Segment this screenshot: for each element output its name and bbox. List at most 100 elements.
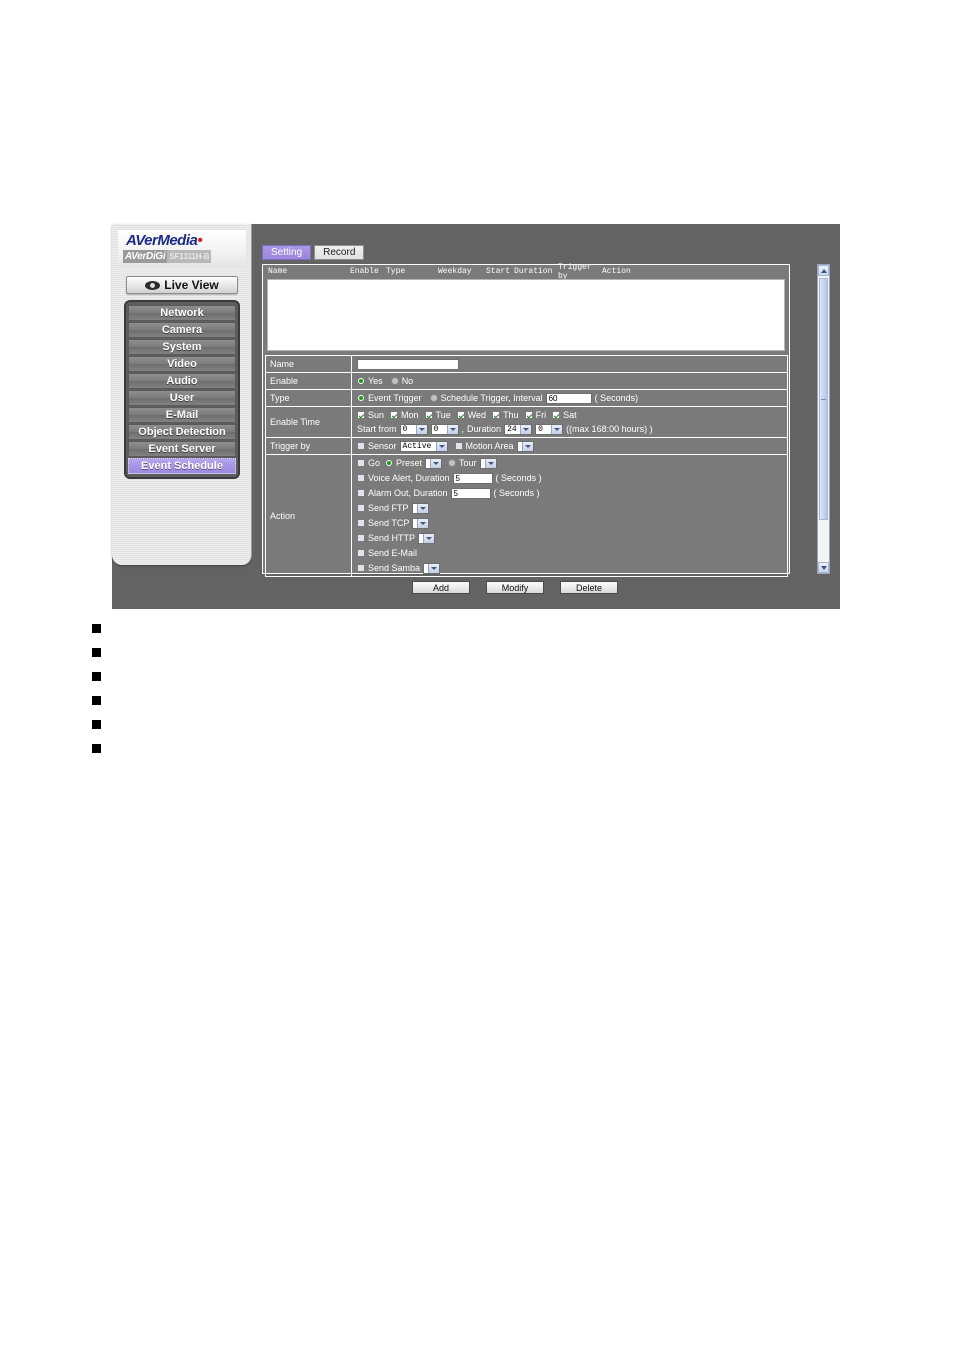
weekday-thu-checkbox[interactable] <box>492 411 501 419</box>
schedule-trigger-label: Schedule Trigger, Interval <box>440 393 543 403</box>
voice-alert-label: Voice Alert, Duration <box>368 473 450 483</box>
alarm-out-duration-input[interactable]: 5 <box>450 487 491 499</box>
go-label: Go <box>368 458 381 468</box>
sidebar-item-label: Event Server <box>148 443 216 455</box>
sidebar-item-label: Event Schedule <box>141 460 223 472</box>
sidebar-item-user[interactable]: User <box>128 390 236 406</box>
enable-yes-label: Yes <box>368 376 383 386</box>
event-trigger-radio[interactable] <box>357 394 365 402</box>
send-http-checkbox[interactable] <box>357 534 365 542</box>
sidebar-menu: Network Camera System Video Audio User E… <box>124 300 240 479</box>
scrollbar-thumb[interactable] <box>819 278 828 520</box>
column-header-start: Start <box>486 267 511 276</box>
tab-setting[interactable]: Setting <box>262 245 312 260</box>
logo-secondary: AVerDiGi SF1311H-B <box>123 250 212 263</box>
weekday-fri-checkbox[interactable] <box>524 411 533 419</box>
start-minute-select[interactable]: 0 <box>430 423 459 435</box>
sidebar-item-email[interactable]: E-Mail <box>128 407 236 423</box>
live-view-button[interactable]: Live View <box>126 276 238 294</box>
sidebar-item-label: Video <box>167 358 197 370</box>
sidebar-item-event-server[interactable]: Event Server <box>128 441 236 457</box>
send-ftp-checkbox[interactable] <box>357 504 365 512</box>
form-button-bar: Add Modify Delete <box>412 581 618 594</box>
tour-select[interactable] <box>479 457 497 469</box>
label-trigger-by: Trigger by <box>266 438 352 454</box>
sensor-checkbox[interactable] <box>357 442 365 450</box>
delete-button[interactable]: Delete <box>560 581 618 594</box>
voice-alert-checkbox[interactable] <box>357 474 365 482</box>
bullet-square-icon <box>92 695 101 705</box>
sidebar-item-object-detection[interactable]: Object Detection <box>128 424 236 440</box>
scroll-down-button[interactable] <box>818 562 829 573</box>
content-area: Setting Record Name Enable Type Weekday … <box>252 224 840 609</box>
column-header-action: Action <box>602 267 631 276</box>
enable-no-radio[interactable] <box>390 377 399 385</box>
voice-alert-duration-input[interactable]: 5 <box>452 472 493 484</box>
sensor-state-select[interactable]: Active <box>399 440 448 452</box>
live-view-label: Live View <box>164 278 219 292</box>
schedule-trigger-radio[interactable] <box>429 394 438 402</box>
bullet-square-icon <box>92 719 101 729</box>
send-tcp-select[interactable] <box>412 517 430 529</box>
label-type: Type <box>266 390 352 406</box>
alarm-out-checkbox[interactable] <box>357 489 365 497</box>
sidebar-item-network[interactable]: Network <box>128 305 236 321</box>
tab-record[interactable]: Record <box>314 245 365 260</box>
event-schedule-form: Name Enable Yes No Type Event Trigger Sc… <box>265 355 788 577</box>
panel-vertical-scrollbar[interactable] <box>817 264 830 574</box>
scroll-up-button[interactable] <box>818 265 829 276</box>
name-input[interactable] <box>357 358 459 370</box>
sidebar-item-event-schedule[interactable]: Event Schedule <box>128 458 236 474</box>
start-hour-value: 0 <box>402 424 408 434</box>
sidebar-item-label: System <box>162 341 202 353</box>
duration-hour-select[interactable]: 24 <box>504 423 533 435</box>
motion-area-checkbox[interactable] <box>454 442 463 450</box>
sidebar-item-audio[interactable]: Audio <box>128 373 236 389</box>
label-action: Action <box>266 455 352 576</box>
sidebar-item-system[interactable]: System <box>128 339 236 355</box>
sensor-state-value: Active <box>402 441 432 451</box>
weekday-tue-checkbox[interactable] <box>424 411 433 419</box>
weekday-sun-checkbox[interactable] <box>357 411 365 419</box>
preset-select[interactable] <box>425 457 443 469</box>
enable-yes-radio[interactable] <box>357 377 365 385</box>
duration-label: Duration <box>467 424 502 434</box>
send-ftp-select[interactable] <box>411 502 429 514</box>
motion-area-select[interactable] <box>516 440 534 452</box>
tour-radio[interactable] <box>448 459 457 467</box>
schedule-list-header: Name Enable Type Weekday Start Duration … <box>263 262 789 281</box>
weekday-sun-label: Sun <box>368 410 385 420</box>
go-checkbox[interactable] <box>357 459 365 467</box>
chevron-down-icon <box>484 458 496 468</box>
duration-hour-value: 24 <box>507 424 517 434</box>
chevron-down-icon <box>820 565 827 570</box>
send-samba-select[interactable] <box>423 562 441 574</box>
weekday-sat-checkbox[interactable] <box>552 411 561 419</box>
sidebar-item-video[interactable]: Video <box>128 356 236 372</box>
send-samba-checkbox[interactable] <box>357 564 365 572</box>
alarm-out-unit: ( Seconds ) <box>493 488 540 498</box>
start-from-label: Start from <box>357 424 397 434</box>
preset-radio[interactable] <box>385 459 394 467</box>
weekday-wed-checkbox[interactable] <box>456 411 465 419</box>
list-item <box>92 712 492 736</box>
sidebar-item-camera[interactable]: Camera <box>128 322 236 338</box>
send-http-select[interactable] <box>418 532 436 544</box>
weekday-fri-label: Fri <box>535 410 547 420</box>
form-row-enable-time: Enable Time Sun Mon Tue Wed Thu Fri Sat … <box>265 407 788 438</box>
bullet-square-icon <box>92 671 101 681</box>
form-row-enable: Enable Yes No <box>265 373 788 390</box>
preset-label: Preset <box>396 458 423 468</box>
weekday-mon-checkbox[interactable] <box>390 411 399 419</box>
column-header-name: Name <box>268 267 288 276</box>
duration-minute-select[interactable]: 0 <box>535 423 564 435</box>
interval-input[interactable]: 60 <box>545 392 592 404</box>
column-header-trigger-by: Trigger by <box>558 262 592 281</box>
list-item <box>92 616 492 640</box>
modify-button[interactable]: Modify <box>486 581 544 594</box>
send-email-checkbox[interactable] <box>357 549 365 557</box>
schedule-list-body[interactable] <box>267 279 785 351</box>
start-hour-select[interactable]: 0 <box>399 423 428 435</box>
send-tcp-checkbox[interactable] <box>357 519 365 527</box>
add-button[interactable]: Add <box>412 581 470 594</box>
